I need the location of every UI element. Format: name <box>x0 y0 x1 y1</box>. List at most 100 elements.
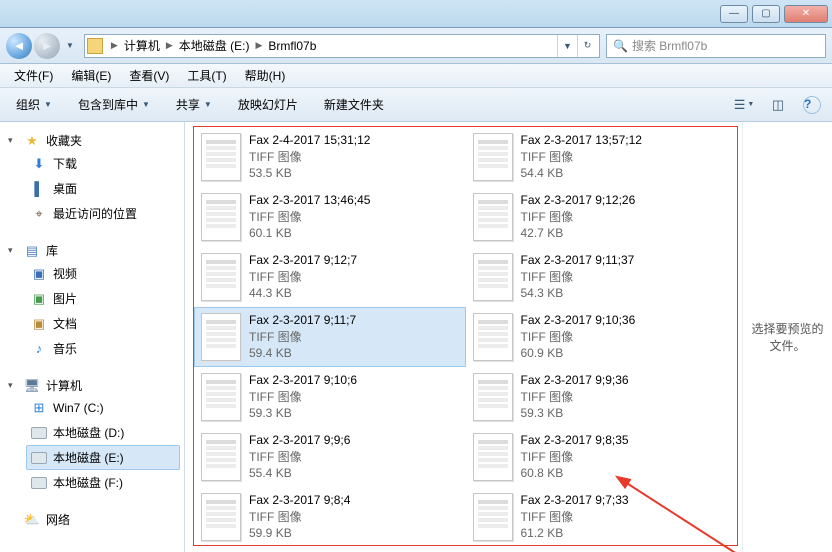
maximize-button[interactable]: ▢ <box>752 5 780 23</box>
nav-arrows: ◄ ► ▼ <box>6 33 78 59</box>
sidebar-item[interactable]: ▣图片 <box>26 286 180 311</box>
help-button[interactable]: ? <box>800 93 824 117</box>
file-item[interactable]: Fax 2-3-2017 9;9;6TIFF 图像55.4 KB <box>194 427 466 487</box>
file-item[interactable]: Fax 2-3-2017 9;8;4TIFF 图像59.9 KB <box>194 487 466 546</box>
sidebar-group-header[interactable]: ▾ ▤ 库 <box>4 240 180 261</box>
file-name: Fax 2-3-2017 13;46;45 <box>249 192 370 209</box>
forward-button[interactable]: ► <box>34 33 60 59</box>
preview-pane-button[interactable]: ◫ <box>766 93 790 117</box>
collapse-icon: ▾ <box>8 380 18 391</box>
file-item[interactable]: Fax 2-3-2017 13;46;45TIFF 图像60.1 KB <box>194 187 466 247</box>
file-item[interactable]: Fax 2-3-2017 9;11;7TIFF 图像59.4 KB <box>194 307 466 367</box>
sidebar-item-label: 下载 <box>53 155 77 172</box>
close-button[interactable]: ✕ <box>784 5 828 23</box>
file-size: 60.8 KB <box>521 465 629 482</box>
address-dropdown[interactable]: ▼ <box>557 35 577 57</box>
chevron-down-icon: ▼ <box>747 101 754 108</box>
menu-file[interactable]: 文件(F) <box>6 65 61 86</box>
refresh-button[interactable]: ↻ <box>577 35 597 57</box>
file-thumbnail <box>473 373 513 421</box>
sidebar-computer: ▾ 🖥 计算机 ⊞Win7 (C:)本地磁盘 (D:)本地磁盘 (E:)本地磁盘… <box>4 375 180 495</box>
sidebar-item-drive[interactable]: 本地磁盘 (D:) <box>26 420 180 445</box>
file-meta: Fax 2-3-2017 9;10;36TIFF 图像60.9 KB <box>521 312 636 362</box>
search-icon: 🔍 <box>613 39 628 53</box>
newfolder-button[interactable]: 新建文件夹 <box>316 92 392 117</box>
breadcrumb-sep: ▶ <box>253 40 264 51</box>
file-item[interactable]: Fax 2-3-2017 13;57;12TIFF 图像54.4 KB <box>466 127 738 187</box>
file-meta: Fax 2-3-2017 9;12;26TIFF 图像42.7 KB <box>521 192 636 242</box>
file-item[interactable]: Fax 2-3-2017 9;10;6TIFF 图像59.3 KB <box>194 367 466 427</box>
minimize-button[interactable]: — <box>720 5 748 23</box>
item-icon: ⬇ <box>31 156 47 172</box>
file-meta: Fax 2-3-2017 9;8;4TIFF 图像59.9 KB <box>249 492 350 542</box>
file-type: TIFF 图像 <box>249 209 370 226</box>
file-size: 60.9 KB <box>521 345 636 362</box>
file-meta: Fax 2-3-2017 9;11;7TIFF 图像59.4 KB <box>249 312 356 362</box>
file-item[interactable]: Fax 2-3-2017 9;10;36TIFF 图像60.9 KB <box>466 307 738 367</box>
item-icon: ♪ <box>31 341 47 357</box>
minimize-icon: — <box>729 8 739 19</box>
sidebar-item[interactable]: ▣文档 <box>26 311 180 336</box>
file-item[interactable]: Fax 2-3-2017 9;12;26TIFF 图像42.7 KB <box>466 187 738 247</box>
file-size: 59.3 KB <box>249 405 357 422</box>
nav-bar: ◄ ► ▼ ▶ 计算机 ▶ 本地磁盘 (E:) ▶ Brmfl07b ▼ ↻ 🔍… <box>0 28 832 64</box>
file-pane: Fax 2-4-2017 15;31;12TIFF 图像53.5 KBFax 2… <box>185 122 742 552</box>
file-name: Fax 2-3-2017 9;10;36 <box>521 312 636 329</box>
search-box[interactable]: 🔍 搜索 Brmfl07b <box>606 34 826 58</box>
sidebar-group-header[interactable]: ▾ ★ 收藏夹 <box>4 130 180 151</box>
file-thumbnail <box>473 433 513 481</box>
file-item[interactable]: Fax 2-4-2017 15;31;12TIFF 图像53.5 KB <box>194 127 466 187</box>
file-item[interactable]: Fax 2-3-2017 9;11;37TIFF 图像54.3 KB <box>466 247 738 307</box>
file-size: 59.4 KB <box>249 345 356 362</box>
file-item[interactable]: Fax 2-3-2017 9;7;33TIFF 图像61.2 KB <box>466 487 738 546</box>
file-size: 53.5 KB <box>249 165 370 182</box>
chevron-down-icon: ▼ <box>142 100 150 109</box>
history-dropdown[interactable]: ▼ <box>62 41 78 50</box>
organize-button[interactable]: 组织▼ <box>8 92 60 117</box>
sidebar-group-label: 收藏夹 <box>46 132 82 149</box>
breadcrumb[interactable]: 计算机 <box>120 37 164 54</box>
breadcrumb[interactable]: Brmfl07b <box>264 39 320 53</box>
sidebar-item[interactable]: ▣视频 <box>26 261 180 286</box>
sidebar-item-drive[interactable]: 本地磁盘 (F:) <box>26 470 180 495</box>
file-type: TIFF 图像 <box>521 509 629 526</box>
sidebar-group-header[interactable]: ▾ 🖥 计算机 <box>4 375 180 396</box>
menu-tools[interactable]: 工具(T) <box>179 65 234 86</box>
breadcrumb[interactable]: 本地磁盘 (E:) <box>175 37 254 54</box>
sidebar-item[interactable]: ⌖最近访问的位置 <box>26 201 180 226</box>
file-size: 54.3 KB <box>521 285 635 302</box>
sidebar-item[interactable]: ♪音乐 <box>26 336 180 361</box>
menu-view[interactable]: 查看(V) <box>121 65 177 86</box>
file-thumbnail <box>201 193 241 241</box>
file-type: TIFF 图像 <box>249 389 357 406</box>
file-item[interactable]: Fax 2-3-2017 9;9;36TIFF 图像59.3 KB <box>466 367 738 427</box>
file-name: Fax 2-3-2017 9;7;33 <box>521 492 629 509</box>
include-button[interactable]: 包含到库中▼ <box>70 92 158 117</box>
sidebar-group-header[interactable]: ▾ ⛅ 网络 <box>4 509 180 530</box>
menu-help[interactable]: 帮助(H) <box>237 65 294 86</box>
file-name: Fax 2-3-2017 9;11;7 <box>249 312 356 329</box>
file-name: Fax 2-3-2017 9;11;37 <box>521 252 635 269</box>
sidebar-item-drive[interactable]: ⊞Win7 (C:) <box>26 396 180 420</box>
share-button[interactable]: 共享▼ <box>168 92 220 117</box>
address-bar[interactable]: ▶ 计算机 ▶ 本地磁盘 (E:) ▶ Brmfl07b ▼ ↻ <box>84 34 600 58</box>
item-icon: ▣ <box>31 316 47 332</box>
file-name: Fax 2-3-2017 9;10;6 <box>249 372 357 389</box>
file-name: Fax 2-3-2017 9;9;36 <box>521 372 629 389</box>
sidebar-item-drive[interactable]: 本地磁盘 (E:) <box>26 445 180 470</box>
back-button[interactable]: ◄ <box>6 33 32 59</box>
file-item[interactable]: Fax 2-3-2017 9;8;35TIFF 图像60.8 KB <box>466 427 738 487</box>
menu-edit[interactable]: 编辑(E) <box>63 65 119 86</box>
file-size: 42.7 KB <box>521 225 636 242</box>
slideshow-button[interactable]: 放映幻灯片 <box>230 92 306 117</box>
file-thumbnail <box>201 133 241 181</box>
sidebar-item-label: 视频 <box>53 265 77 282</box>
sidebar-item[interactable]: ▌桌面 <box>26 176 180 201</box>
view-options-button[interactable]: ☰▼ <box>732 93 756 117</box>
sidebar-item[interactable]: ⬇ 下载 <box>26 151 180 176</box>
file-type: TIFF 图像 <box>521 449 629 466</box>
file-type: TIFF 图像 <box>521 149 642 166</box>
file-list-region: Fax 2-4-2017 15;31;12TIFF 图像53.5 KBFax 2… <box>193 126 738 546</box>
file-item[interactable]: Fax 2-3-2017 9;12;7TIFF 图像44.3 KB <box>194 247 466 307</box>
breadcrumb-sep: ▶ <box>109 40 120 51</box>
